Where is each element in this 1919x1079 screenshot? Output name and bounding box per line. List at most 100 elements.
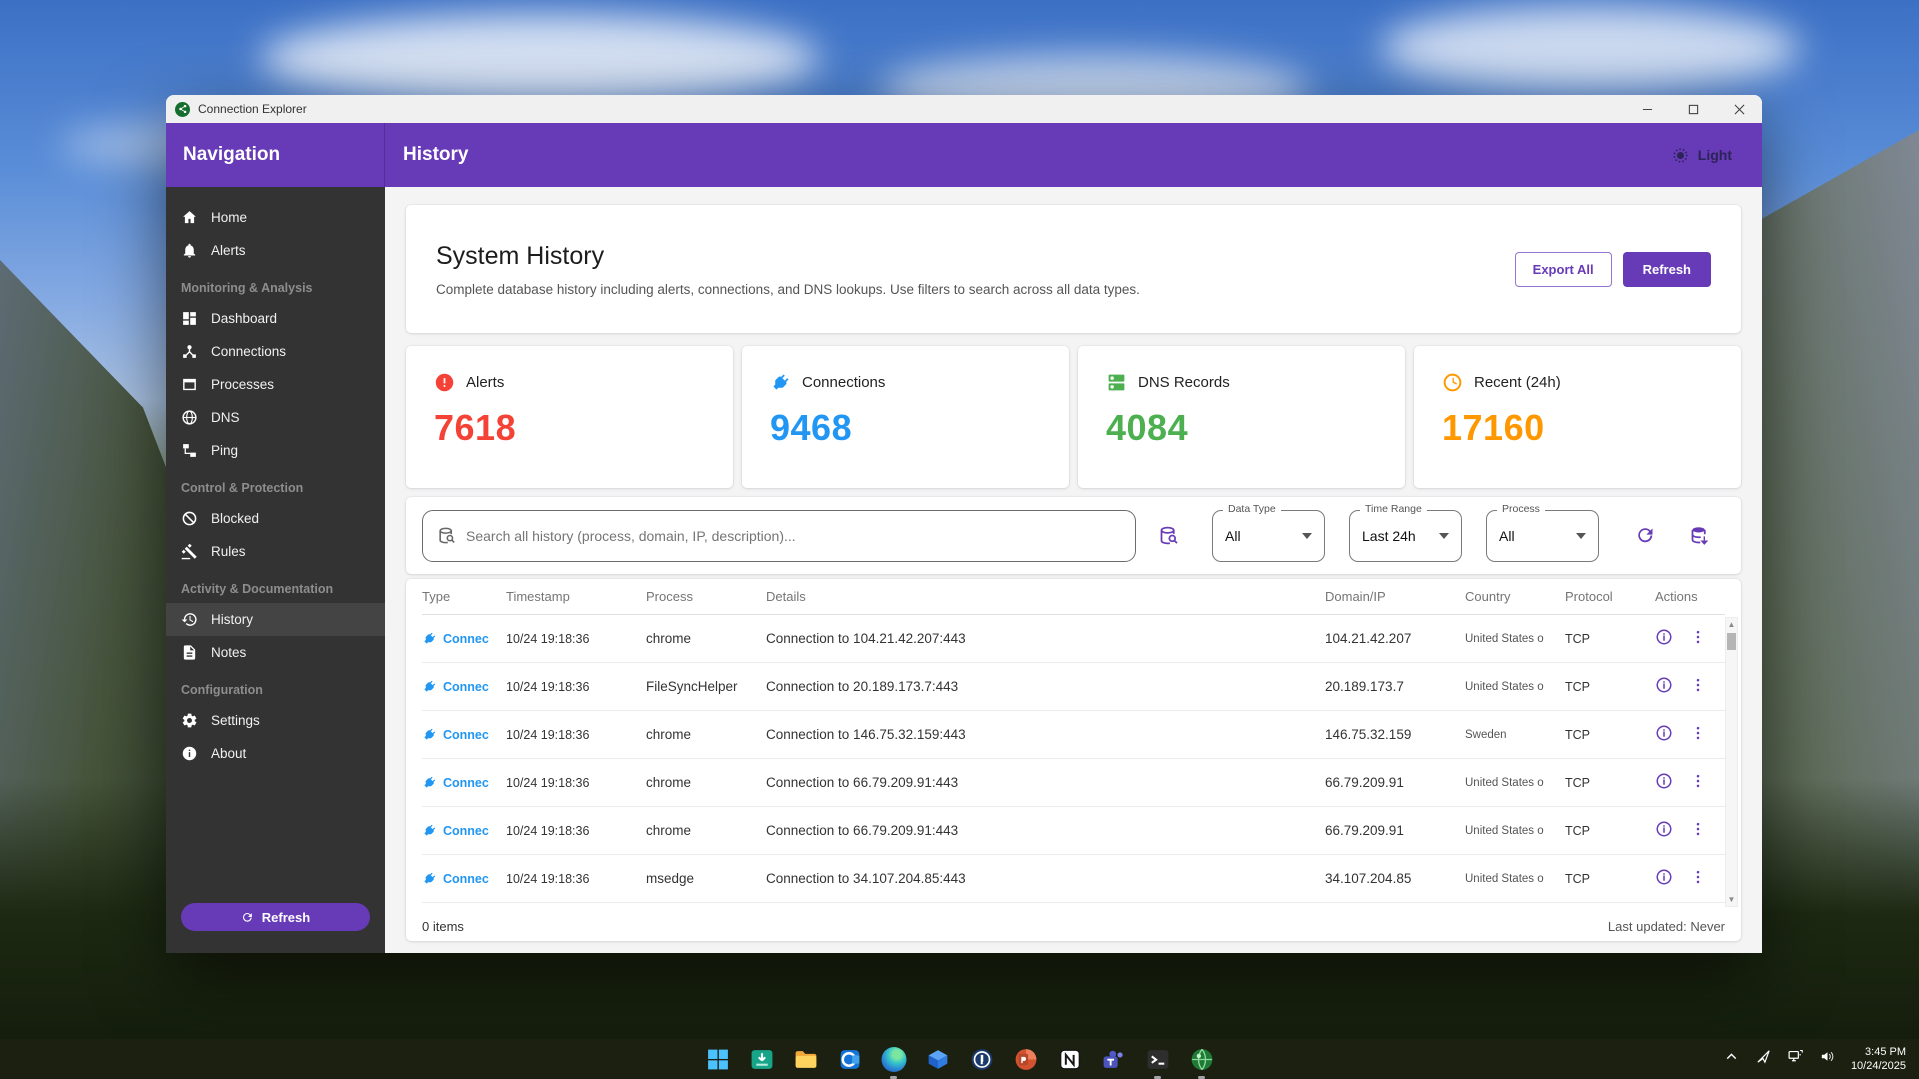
- sidebar-item-connections[interactable]: Connections: [166, 335, 385, 368]
- more-options-icon[interactable]: [1689, 628, 1707, 649]
- taskbar-icon-notion[interactable]: [1056, 1046, 1083, 1073]
- taskbar-icon-box-drive[interactable]: [924, 1046, 951, 1073]
- row-protocol: TCP: [1565, 776, 1655, 790]
- column-header-type: Type: [422, 589, 506, 604]
- table-row[interactable]: Connec 10/24 19:18:36 msedge Connection …: [422, 855, 1725, 903]
- sidebar-item-home[interactable]: Home: [166, 201, 385, 234]
- column-header-country: Country: [1465, 589, 1565, 604]
- tray-date: 10/24/2025: [1851, 1059, 1906, 1073]
- sidebar-item-dns[interactable]: DNS: [166, 401, 385, 434]
- sidebar-item-blocked[interactable]: Blocked: [166, 502, 385, 535]
- connection-plug-icon: [422, 727, 437, 742]
- refresh-button[interactable]: Refresh: [1623, 252, 1711, 287]
- home-icon: [181, 209, 198, 226]
- row-process: chrome: [646, 775, 766, 790]
- tray-volume-icon[interactable]: [1819, 1048, 1836, 1070]
- globe-icon: [181, 409, 198, 426]
- filter-bar: Data Type All Time Range Last 24h Proces…: [406, 497, 1741, 574]
- scrollbar-thumb[interactable]: [1727, 633, 1736, 650]
- sidebar-refresh-button[interactable]: Refresh: [181, 903, 370, 931]
- taskbar-icon-teams[interactable]: [1100, 1046, 1127, 1073]
- taskbar-clock[interactable]: 3:45 PM 10/24/2025: [1851, 1045, 1906, 1073]
- export-all-button[interactable]: Export All: [1515, 252, 1612, 287]
- info-icon[interactable]: [1655, 868, 1673, 889]
- table-row[interactable]: Connec 10/24 19:18:36 FileSyncHelper Con…: [422, 663, 1725, 711]
- maximize-button[interactable]: [1670, 95, 1716, 123]
- more-options-icon[interactable]: [1689, 676, 1707, 697]
- scroll-up-arrow[interactable]: ▲: [1726, 618, 1737, 631]
- row-process: chrome: [646, 631, 766, 646]
- stat-value: 9468: [770, 407, 1041, 449]
- dropdown-process[interactable]: Process All: [1486, 510, 1599, 562]
- column-header-details: Details: [766, 589, 1325, 604]
- taskbar-icon-edge[interactable]: [880, 1046, 907, 1073]
- more-options-icon[interactable]: [1689, 724, 1707, 745]
- tray-chevron-up-icon[interactable]: [1723, 1048, 1740, 1070]
- sidebar-item-alerts[interactable]: Alerts: [166, 234, 385, 267]
- taskbar-icon-file-explorer[interactable]: [792, 1046, 819, 1073]
- row-process: FileSyncHelper: [646, 679, 766, 694]
- taskbar-icon-terminal[interactable]: [1144, 1046, 1171, 1073]
- bell-icon: [181, 242, 198, 259]
- close-button[interactable]: [1716, 95, 1762, 123]
- stat-card-dns-records: DNS Records 4084: [1078, 346, 1405, 488]
- scroll-down-arrow[interactable]: ▼: [1726, 893, 1737, 906]
- database-export-button[interactable]: [1679, 516, 1719, 556]
- dropdown-time-range[interactable]: Time Range Last 24h: [1349, 510, 1462, 562]
- search-input[interactable]: [466, 528, 1121, 544]
- row-domain-ip: 20.189.173.7: [1325, 679, 1465, 694]
- row-timestamp: 10/24 19:18:36: [506, 728, 646, 742]
- row-timestamp: 10/24 19:18:36: [506, 680, 646, 694]
- tray-network-icon[interactable]: [1787, 1048, 1804, 1070]
- stat-card-alerts: Alerts 7618: [406, 346, 733, 488]
- row-process: msedge: [646, 871, 766, 886]
- info-icon[interactable]: [1655, 724, 1673, 745]
- gavel-icon: [181, 543, 198, 560]
- info-icon[interactable]: [1655, 628, 1673, 649]
- row-domain-ip: 146.75.32.159: [1325, 727, 1465, 742]
- refresh-data-button[interactable]: [1625, 516, 1665, 556]
- sidebar-item-rules[interactable]: Rules: [166, 535, 385, 568]
- taskbar-icon-start[interactable]: [704, 1046, 731, 1073]
- table-row[interactable]: Connec 10/24 19:18:36 chrome Connection …: [422, 807, 1725, 855]
- taskbar-icon-powerpoint[interactable]: [1012, 1046, 1039, 1073]
- table-row[interactable]: Connec 10/24 19:18:36 chrome Connection …: [422, 711, 1725, 759]
- row-type-label: Connec: [443, 632, 489, 646]
- tray-pen-icon[interactable]: [1755, 1048, 1772, 1070]
- scrollbar[interactable]: ▲ ▼: [1725, 617, 1738, 907]
- info-icon[interactable]: [1655, 676, 1673, 697]
- cloud: [260, 14, 820, 104]
- table-row[interactable]: Connec 10/24 19:18:36 chrome Connection …: [422, 759, 1725, 807]
- sidebar-item-settings[interactable]: Settings: [166, 704, 385, 737]
- cloud: [1380, 6, 1800, 91]
- connection-plug-icon: [422, 871, 437, 886]
- sidebar-item-ping[interactable]: Ping: [166, 434, 385, 467]
- theme-toggle[interactable]: Light: [1671, 146, 1732, 165]
- sidebar-item-notes[interactable]: Notes: [166, 636, 385, 669]
- more-options-icon[interactable]: [1689, 772, 1707, 793]
- sidebar-item-processes[interactable]: Processes: [166, 368, 385, 401]
- taskbar-icon-connection-explorer[interactable]: [1188, 1046, 1215, 1073]
- minimize-button[interactable]: [1624, 95, 1670, 123]
- table-row[interactable]: Connec 10/24 19:18:36 chrome Connection …: [422, 615, 1725, 663]
- window-titlebar: Connection Explorer: [166, 95, 1762, 123]
- more-options-icon[interactable]: [1689, 868, 1707, 889]
- info-icon[interactable]: [1655, 820, 1673, 841]
- dropdown-data-type[interactable]: Data Type All: [1212, 510, 1325, 562]
- database-search-button[interactable]: [1148, 516, 1188, 556]
- taskbar-icon-outlook[interactable]: [836, 1046, 863, 1073]
- taskbar-icon-onepassword[interactable]: [968, 1046, 995, 1073]
- sidebar-item-dashboard[interactable]: Dashboard: [166, 302, 385, 335]
- stat-card-recent-24h-: Recent (24h) 17160: [1414, 346, 1741, 488]
- row-country: United States o: [1465, 825, 1565, 837]
- sidebar-item-history[interactable]: History: [166, 603, 385, 636]
- sidebar-header: Navigation: [166, 123, 385, 187]
- info-icon[interactable]: [1655, 772, 1673, 793]
- taskbar-icon-downloads-folder[interactable]: [748, 1046, 775, 1073]
- sidebar-item-about[interactable]: About: [166, 737, 385, 770]
- more-options-icon[interactable]: [1689, 820, 1707, 841]
- column-header-protocol: Protocol: [1565, 589, 1655, 604]
- stat-value: 7618: [434, 407, 705, 449]
- row-type-label: Connec: [443, 728, 489, 742]
- stat-value: 4084: [1106, 407, 1377, 449]
